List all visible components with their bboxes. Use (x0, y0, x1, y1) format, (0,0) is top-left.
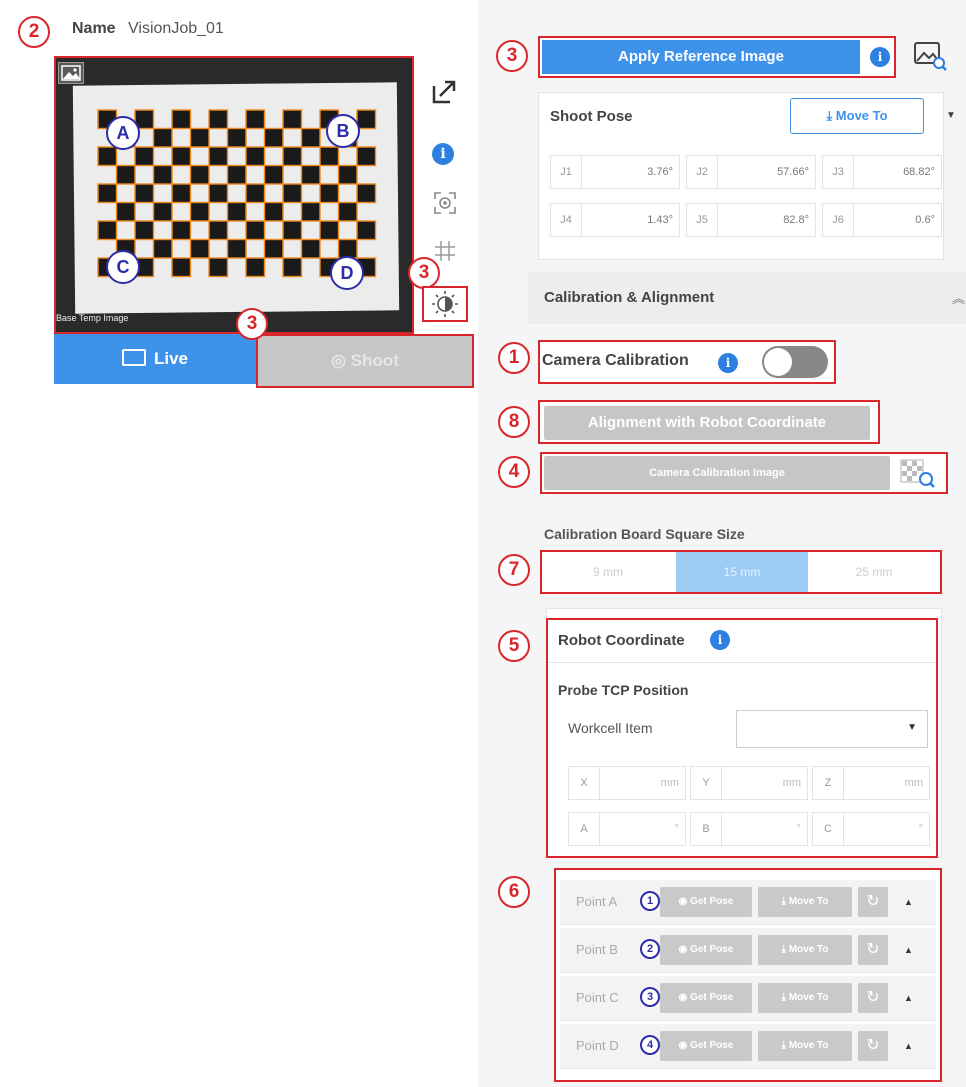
expand-icon[interactable] (430, 78, 458, 106)
point-row-a: Point A1 ◉ Get Pose ⤓ Move To ↻ ▲ (560, 880, 936, 925)
shoot-pose-move-to-button[interactable]: ⤓ Move To (790, 98, 924, 134)
reset-icon[interactable]: ↻ (858, 887, 888, 917)
camera-calibration-image-button[interactable]: Camera Calibration Image (544, 456, 890, 490)
annotation-badge-8: 8 (498, 406, 530, 438)
joint-field-j1[interactable]: J1 3.76° (550, 155, 680, 189)
joint-field-j3[interactable]: J3 68.82° (822, 155, 942, 189)
move-to-button-b[interactable]: ⤓ Move To (758, 935, 852, 965)
point-row-c: Point C3 ◉ Get Pose ⤓ Move To ↻ ▲ (560, 976, 936, 1021)
joint-field-j4[interactable]: J4 1.43° (550, 203, 680, 237)
move-to-button-c[interactable]: ⤓ Move To (758, 983, 852, 1013)
name-row: Name VisionJob_01 (72, 20, 224, 38)
info-icon[interactable]: i (432, 143, 454, 165)
checkerboard-image (56, 58, 412, 332)
annotation-badge-1: 1 (498, 342, 530, 374)
apply-reference-image-button[interactable]: Apply Reference Image (542, 40, 860, 74)
reset-icon[interactable]: ↻ (858, 1031, 888, 1061)
probe-tcp-title: Probe TCP Position (558, 682, 689, 698)
square-size-9mm[interactable]: 9 mm (542, 552, 674, 592)
calib-image-search-icon[interactable] (898, 457, 938, 489)
name-value: VisionJob_01 (128, 20, 224, 37)
coord-field-z[interactable]: Zmm (812, 766, 930, 800)
camera-icon (121, 349, 146, 366)
square-size-selector: 9 mm 15 mm 25 mm (540, 550, 942, 594)
reset-icon[interactable]: ↻ (858, 983, 888, 1013)
shoot-button[interactable]: ◎ Shoot (256, 334, 474, 388)
annotation-badge-3b: 3 (408, 257, 440, 289)
grid-icon[interactable] (432, 238, 458, 264)
square-size-title: Calibration Board Square Size (544, 526, 745, 542)
divider (548, 662, 936, 663)
apply-ref-info-icon[interactable]: i (870, 47, 890, 67)
coord-field-a[interactable]: A ° (568, 812, 686, 846)
corner-label-a: A (106, 116, 140, 150)
robot-coordinate-info-icon[interactable]: i (710, 630, 730, 650)
camera-image-frame[interactable]: Base Temp Image (54, 56, 414, 334)
corner-label-b: B (326, 114, 360, 148)
workcell-item-select[interactable]: ▼ (736, 710, 928, 748)
annotation-badge-7: 7 (498, 554, 530, 586)
joint-field-j2[interactable]: J2 57.66° (686, 155, 816, 189)
download-icon: ⤓ (826, 108, 836, 123)
corner-label-c: C (106, 250, 140, 284)
point-row-b: Point B2 ◉ Get Pose ⤓ Move To ↻ ▲ (560, 928, 936, 973)
annotation-badge-5: 5 (498, 630, 530, 662)
brightness-button[interactable] (422, 286, 468, 322)
reset-icon[interactable]: ↻ (858, 935, 888, 965)
get-pose-button-c[interactable]: ◉ Get Pose (660, 983, 752, 1013)
point-row-d: Point D4 ◉ Get Pose ⤓ Move To ↻ ▲ (560, 1024, 936, 1069)
camera-calibration-label: Camera Calibration (542, 352, 689, 369)
name-label: Name (72, 20, 116, 37)
get-pose-button-d[interactable]: ◉ Get Pose (660, 1031, 752, 1061)
get-pose-button-b[interactable]: ◉ Get Pose (660, 935, 752, 965)
workcell-item-label: Workcell Item (568, 720, 653, 736)
expand-arrow-icon[interactable]: ▲ (904, 1024, 913, 1068)
expand-arrow-icon[interactable]: ▲ (904, 976, 913, 1020)
coord-field-b[interactable]: B ° (690, 812, 808, 846)
shutter-icon: ◎ (331, 351, 351, 370)
shoot-pose-dropdown-icon[interactable]: ▼ (946, 110, 956, 121)
square-size-15mm[interactable]: 15 mm (676, 552, 808, 592)
chevron-down-icon: ▼ (907, 722, 917, 733)
annotation-badge-6: 6 (498, 876, 530, 908)
calibration-section-title: Calibration & Alignment (544, 289, 715, 306)
robot-coordinate-title: Robot Coordinate (558, 632, 685, 649)
annotation-badge-3a: 3 (236, 308, 268, 340)
move-to-button-a[interactable]: ⤓ Move To (758, 887, 852, 917)
collapse-icon[interactable]: ︽ (952, 288, 965, 307)
expand-arrow-icon[interactable]: ▲ (904, 880, 913, 924)
live-button[interactable]: Live (54, 334, 256, 384)
image-search-icon[interactable] (912, 40, 948, 72)
focus-icon[interactable] (432, 190, 458, 216)
joint-field-j5[interactable]: J5 82.8° (686, 203, 816, 237)
get-pose-button-a[interactable]: ◉ Get Pose (660, 887, 752, 917)
move-to-button-d[interactable]: ⤓ Move To (758, 1031, 852, 1061)
annotation-badge-4: 4 (498, 456, 530, 488)
alignment-button[interactable]: Alignment with Robot Coordinate (544, 406, 870, 440)
joint-field-j6[interactable]: J6 0.6° (822, 203, 942, 237)
shoot-pose-title: Shoot Pose (550, 108, 633, 125)
image-overlay-text: Base Temp Image (56, 313, 129, 323)
image-mode-icon[interactable] (58, 62, 84, 84)
toggle-knob (764, 348, 792, 376)
expand-arrow-icon[interactable]: ▲ (904, 928, 913, 972)
coord-field-c[interactable]: C ° (812, 812, 930, 846)
brightness-icon (432, 291, 458, 317)
annotation-badge-2: 2 (18, 16, 50, 48)
corner-label-d: D (330, 256, 364, 290)
camera-calibration-info-icon[interactable]: i (718, 353, 738, 373)
coord-field-x[interactable]: Xmm (568, 766, 686, 800)
camera-calibration-toggle[interactable] (762, 346, 828, 378)
square-size-25mm[interactable]: 25 mm (808, 552, 940, 592)
coord-field-y[interactable]: Ymm (690, 766, 808, 800)
annotation-badge-3c: 3 (496, 40, 528, 72)
